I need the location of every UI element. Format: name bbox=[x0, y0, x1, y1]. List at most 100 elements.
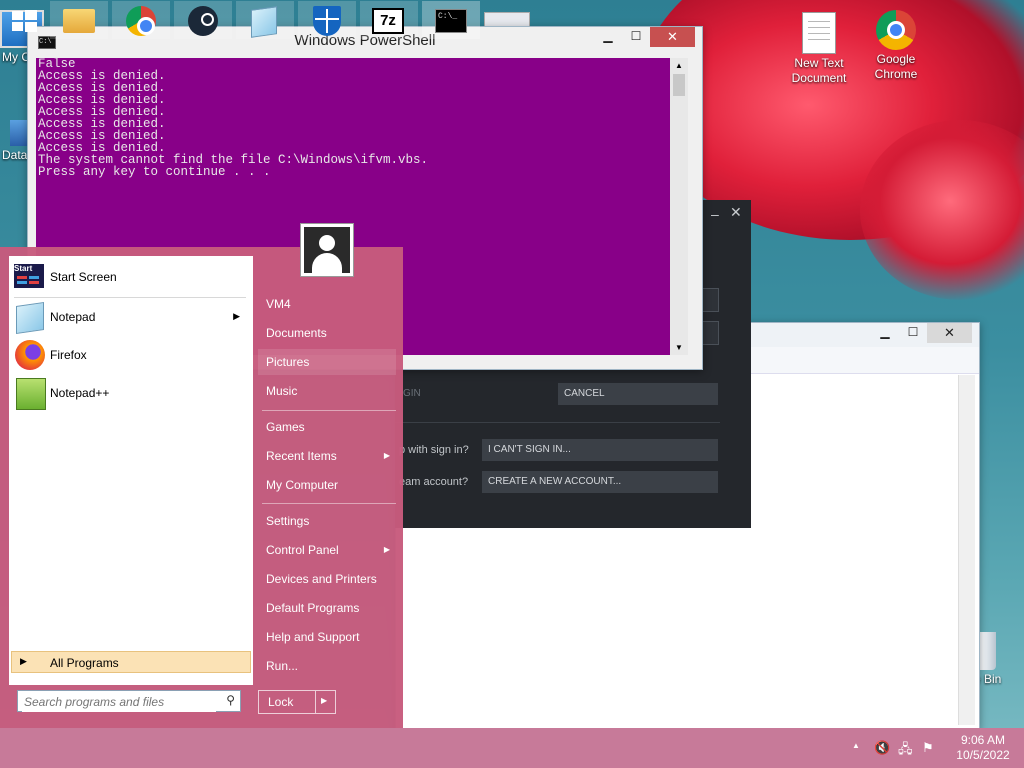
start-item-start-screen[interactable]: Start Start Screen bbox=[14, 260, 248, 294]
steam-divider bbox=[395, 422, 720, 423]
programs-divider bbox=[14, 297, 246, 298]
submenu-arrow-icon: ▶ bbox=[233, 311, 240, 321]
start-right-divider bbox=[262, 410, 396, 411]
start-right-item-run[interactable]: Run... bbox=[258, 653, 396, 679]
taskbar-file-explorer[interactable] bbox=[50, 1, 108, 39]
clock-date: 10/5/2022 bbox=[956, 748, 1010, 762]
start-right-item-my-computer[interactable]: My Computer bbox=[258, 472, 396, 498]
taskbar-7zip[interactable]: 7z bbox=[360, 1, 418, 39]
taskbar-steam[interactable] bbox=[174, 1, 232, 39]
start-right-item-label: Pictures bbox=[266, 355, 310, 369]
start-right-item-label: Devices and Printers bbox=[266, 572, 377, 586]
start-item-label: Start Screen bbox=[50, 270, 117, 284]
steam-cancel-button[interactable]: CANCEL bbox=[558, 383, 718, 405]
start-right-item-recent-items[interactable]: Recent Items ▶ bbox=[258, 443, 396, 469]
clock-time: 9:06 AM bbox=[960, 733, 1006, 747]
start-right-item-vm4[interactable]: VM4 bbox=[258, 291, 396, 317]
start-right-item-music[interactable]: Music bbox=[258, 378, 396, 404]
scroll-down-icon[interactable]: ▼ bbox=[675, 343, 683, 352]
chrome-icon bbox=[126, 6, 156, 36]
desktop-icon-label: Google Chrome bbox=[874, 52, 918, 81]
desktop-icon-new-text-document[interactable]: New Text Document bbox=[783, 12, 855, 86]
start-right-item-pictures[interactable]: Pictures bbox=[258, 349, 396, 375]
search-input[interactable] bbox=[22, 692, 216, 712]
start-search-box[interactable]: ⚲ bbox=[17, 690, 241, 712]
start-right-item-label: Default Programs bbox=[266, 601, 360, 615]
taskbar bbox=[0, 728, 1024, 768]
7zip-icon: 7z bbox=[372, 8, 404, 34]
start-right-item-label: Recent Items bbox=[266, 449, 337, 463]
maximize-button[interactable]: ☐ bbox=[899, 323, 927, 343]
lock-label: Lock bbox=[268, 695, 294, 709]
start-right-item-label: My Computer bbox=[266, 478, 339, 492]
start-right-item-label: Games bbox=[266, 420, 305, 434]
start-right-item-label: Settings bbox=[266, 514, 310, 528]
minimize-button[interactable]: ▁ bbox=[594, 27, 622, 47]
submenu-arrow-icon: ▶ bbox=[383, 545, 390, 554]
start-right-item-help-and-support[interactable]: Help and Support bbox=[258, 624, 396, 650]
start-right-item-label: Control Panel bbox=[266, 543, 339, 557]
start-right-item-control-panel[interactable]: Control Panel ▶ bbox=[258, 537, 396, 563]
start-right-item-devices-and-printers[interactable]: Devices and Printers bbox=[258, 566, 396, 592]
all-programs-arrow-icon: ▶ bbox=[20, 656, 27, 666]
user-icon bbox=[304, 227, 350, 273]
start-right-item-label: Documents bbox=[266, 326, 327, 340]
start-right-item-label: VM4 bbox=[266, 297, 291, 311]
minimize-button[interactable]: ▁ bbox=[871, 323, 899, 343]
show-hidden-icons-icon[interactable]: ▲ bbox=[852, 741, 860, 750]
taskbar-cmd[interactable]: C:\_ bbox=[422, 1, 480, 39]
steam-cant-sign-in-button[interactable]: I CAN'T SIGN IN... bbox=[482, 439, 718, 461]
start-item-label: Firefox bbox=[50, 348, 87, 362]
clock[interactable]: 9:06 AM 10/5/2022 bbox=[954, 733, 1012, 763]
explorer-scrollbar[interactable] bbox=[958, 375, 975, 725]
steam-close-button[interactable]: ✕ bbox=[730, 204, 742, 221]
all-programs-button[interactable]: ▶ All Programs bbox=[11, 651, 251, 673]
steam-create-account-button[interactable]: CREATE A NEW ACCOUNT... bbox=[482, 471, 718, 493]
cmd-icon: C:\_ bbox=[435, 9, 467, 33]
start-right-item-documents[interactable]: Documents bbox=[258, 320, 396, 346]
close-button[interactable]: ✕ bbox=[927, 323, 972, 343]
notepad-icon bbox=[16, 302, 44, 334]
scroll-up-icon[interactable]: ▲ bbox=[675, 61, 683, 70]
text-document-icon bbox=[802, 12, 836, 54]
notepad-plus-plus-icon bbox=[16, 378, 46, 410]
notepad-icon bbox=[251, 6, 277, 38]
all-programs-label: All Programs bbox=[50, 656, 119, 670]
steam-minimize-button[interactable]: – bbox=[711, 206, 719, 222]
start-button[interactable] bbox=[0, 1, 48, 39]
console-text: False Access is denied. Access is denied… bbox=[38, 57, 429, 179]
desktop-icon-label: New Text Document bbox=[791, 56, 847, 85]
search-icon[interactable]: ⚲ bbox=[226, 693, 235, 707]
start-item-label: Notepad bbox=[50, 310, 96, 324]
chrome-icon bbox=[876, 10, 916, 50]
volume-muted-icon[interactable]: 🔇 bbox=[874, 740, 890, 756]
network-icon[interactable]: 🖧 bbox=[898, 740, 913, 762]
start-item-firefox[interactable]: Firefox bbox=[14, 338, 248, 372]
close-button[interactable]: ✕ bbox=[650, 27, 695, 47]
start-right-item-settings[interactable]: Settings bbox=[258, 508, 396, 534]
taskbar-notepad[interactable] bbox=[236, 1, 294, 39]
steam-login-button[interactable]: GIN bbox=[403, 388, 421, 399]
scroll-thumb[interactable] bbox=[673, 74, 685, 96]
console-scrollbar[interactable]: ▲ ▼ bbox=[670, 58, 688, 355]
start-screen-icon: Start bbox=[14, 264, 44, 288]
start-right-item-label: Help and Support bbox=[266, 630, 360, 644]
start-right-item-games[interactable]: Games bbox=[258, 414, 396, 440]
steam-help-label: p with sign in? bbox=[399, 444, 469, 456]
start-item-notepad-plus-plus[interactable]: Notepad++ bbox=[14, 376, 248, 410]
taskbar-chrome[interactable] bbox=[112, 1, 170, 39]
steam-account-label: eam account? bbox=[399, 476, 469, 488]
maximize-button[interactable]: ☐ bbox=[622, 27, 650, 47]
steam-icon bbox=[188, 6, 218, 36]
avatar[interactable] bbox=[300, 223, 354, 277]
windows-logo-icon bbox=[12, 11, 23, 20]
lock-options-arrow-icon[interactable]: ▶ bbox=[321, 696, 327, 705]
start-right-item-default-programs[interactable]: Default Programs bbox=[258, 595, 396, 621]
lock-button[interactable]: Lock ▶ bbox=[258, 690, 336, 714]
desktop-icon-google-chrome[interactable]: Google Chrome bbox=[860, 10, 932, 82]
action-center-icon[interactable]: ⚑ bbox=[922, 740, 934, 756]
security-shield-icon bbox=[313, 6, 341, 36]
start-item-notepad[interactable]: Notepad ▶ bbox=[14, 300, 248, 334]
file-explorer-icon bbox=[63, 9, 95, 33]
taskbar-security[interactable] bbox=[298, 1, 356, 39]
